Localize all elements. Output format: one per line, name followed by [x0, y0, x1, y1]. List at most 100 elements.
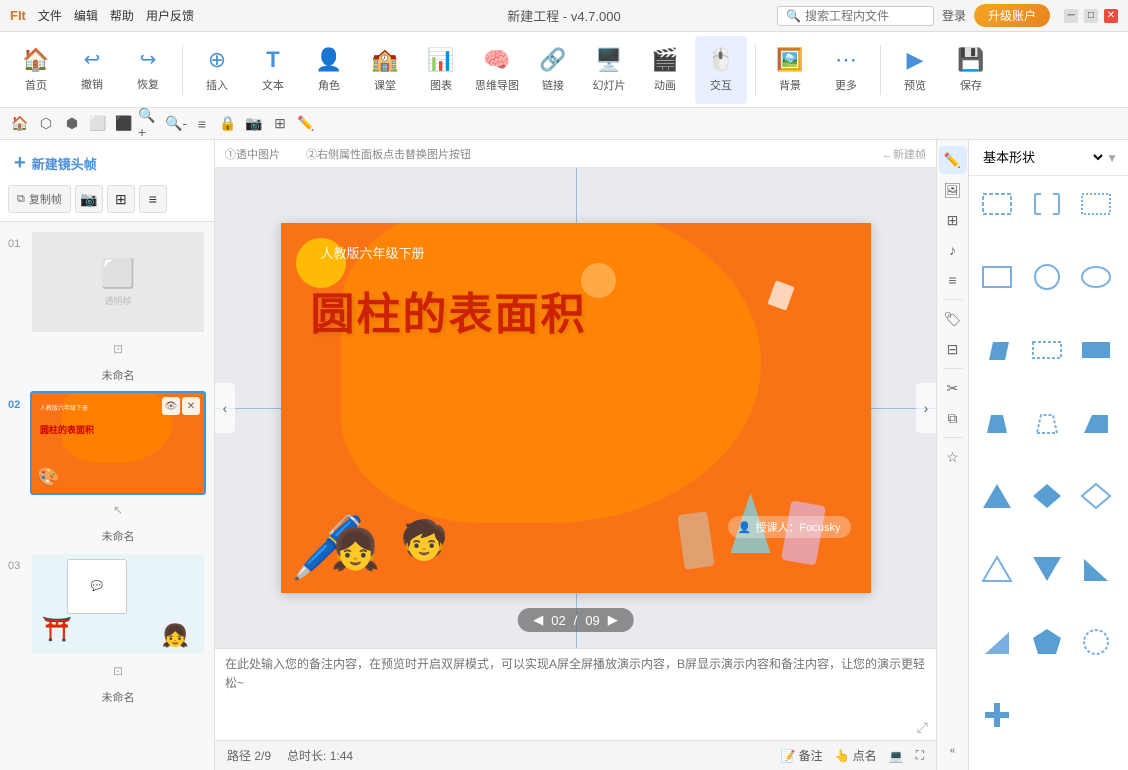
search-input[interactable] — [805, 9, 925, 23]
page-prev-icon[interactable]: ◀ — [533, 612, 543, 628]
toolbar-mindmap[interactable]: 🧠 思维导图 — [471, 36, 523, 104]
frame-list-button[interactable]: ≡ — [139, 185, 167, 213]
shape-triangle-filled2[interactable] — [1025, 547, 1069, 591]
notes-textarea[interactable] — [225, 655, 926, 734]
slide-thumb-02[interactable]: 人教版六年级下册 圆柱的表面积 🎨 👁 ✕ — [30, 391, 206, 495]
camera-small-button[interactable]: 📷 — [75, 185, 103, 213]
slide-01-tool-icon[interactable]: ⊡ — [107, 338, 129, 360]
shape-rect-solid[interactable] — [975, 255, 1019, 299]
close-button[interactable]: ✕ — [1104, 9, 1118, 23]
sub-shape2-icon[interactable]: ⬢ — [60, 112, 84, 136]
toolbar-slideshow[interactable]: 🖥️ 幻灯片 — [583, 36, 635, 104]
toolbar-preview[interactable]: ▶ 预览 — [889, 36, 941, 104]
minimize-button[interactable]: ─ — [1064, 9, 1078, 23]
toolbar-text[interactable]: T 文本 — [247, 36, 299, 104]
toolbar-insert[interactable]: ⊕ 插入 — [191, 36, 243, 104]
screen-button[interactable]: 💻 — [889, 749, 904, 763]
right-icon-music[interactable]: ♪ — [939, 236, 967, 264]
shape-trapezoid-dashed[interactable] — [1025, 401, 1069, 445]
slide-item-02: 02 人教版六年级下册 圆柱的表面积 🎨 — [8, 391, 206, 544]
right-icon-star[interactable]: ☆ — [939, 443, 967, 471]
sub-home-icon[interactable]: 🏠 — [8, 112, 32, 136]
notes-button[interactable]: 📝 备注 — [781, 747, 823, 764]
shape-rect-filled[interactable] — [1074, 328, 1118, 372]
shape-right-triangle[interactable] — [1074, 547, 1118, 591]
pointer-button[interactable]: 👆 点名 — [835, 747, 877, 764]
menu-help[interactable]: 帮助 — [110, 7, 134, 24]
notes-expand-button[interactable]: ⤢ — [917, 719, 928, 736]
shape-plus[interactable] — [975, 693, 1019, 737]
shape-rect-dotted3[interactable] — [1025, 328, 1069, 372]
shape-rect-dashed[interactable] — [975, 182, 1019, 226]
shape-right-trapezoid[interactable] — [1074, 401, 1118, 445]
slide-thumb-03[interactable]: ⛩️ 👧 💬 — [30, 552, 206, 656]
toolbar-class[interactable]: 🏫 课堂 — [359, 36, 411, 104]
shape-diamond-outline[interactable] — [1074, 474, 1118, 518]
maximize-button[interactable]: □ — [1084, 9, 1098, 23]
shape-bracket[interactable] — [1025, 182, 1069, 226]
shape-triangle-up[interactable] — [975, 474, 1019, 518]
shape-ellipse-outline[interactable] — [1074, 255, 1118, 299]
slide-02-preview-btn[interactable]: 👁 — [162, 397, 180, 415]
page-next-icon[interactable]: ▶ — [608, 612, 618, 628]
shape-parallelogram-solid[interactable] — [975, 328, 1019, 372]
toolbar-chart[interactable]: 📊 图表 — [415, 36, 467, 104]
shape-circle-dotted[interactable] — [1074, 620, 1118, 664]
slide-02-delete-btn[interactable]: ✕ — [182, 397, 200, 415]
menu-file[interactable]: 文件 — [38, 7, 62, 24]
sub-camera-icon[interactable]: 📷 — [242, 112, 266, 136]
slide-02-tools: ↖ — [30, 495, 206, 525]
slide-03-tool-icon[interactable]: ⊡ — [107, 660, 129, 682]
toolbar-more[interactable]: ⋯ 更多 — [820, 36, 872, 104]
right-icon-collapse[interactable]: « — [939, 736, 967, 764]
shape-pentagon-filled[interactable] — [1025, 620, 1069, 664]
sub-align-icon[interactable]: ≡ — [190, 112, 214, 136]
shape-rect-dotted[interactable] — [1074, 182, 1118, 226]
toolbar-undo[interactable]: ↩ 撤销 — [66, 36, 118, 104]
canvas-slide[interactable]: 人教版六年级下册 圆柱的表面积 👤 授课人：Focusky 🖊️ 👧 🧒 — [281, 223, 871, 593]
right-icon-grid[interactable]: ⊟ — [939, 335, 967, 363]
right-icon-badge[interactable]: 🏷 — [939, 305, 967, 333]
toolbar-role[interactable]: 👤 角色 — [303, 36, 355, 104]
right-icon-list[interactable]: ≡ — [939, 266, 967, 294]
frame-view-button[interactable]: ⊞ — [107, 185, 135, 213]
sub-zoomin-icon[interactable]: 🔍+ — [138, 112, 162, 136]
shape-trapezoid-filled[interactable] — [975, 401, 1019, 445]
sub-shape4-icon[interactable]: ⬛ — [112, 112, 136, 136]
search-box[interactable]: 🔍 — [777, 6, 934, 26]
toolbar-home[interactable]: 🏠 首页 — [10, 36, 62, 104]
right-icon-scissors[interactable]: ✂ — [939, 374, 967, 402]
shape-circle-outline[interactable] — [1025, 255, 1069, 299]
right-icon-image[interactable]: 🖼 — [939, 176, 967, 204]
toolbar-save[interactable]: 💾 保存 — [945, 36, 997, 104]
shape-diamond-filled[interactable] — [1025, 474, 1069, 518]
fullscreen-button[interactable]: ⛶ — [916, 748, 924, 763]
right-icon-table[interactable]: ⊞ — [939, 206, 967, 234]
sub-lock-icon[interactable]: 🔒 — [216, 112, 240, 136]
slide-thumb-01[interactable]: ⬜ 透明帧 — [30, 230, 206, 334]
right-icon-stack[interactable]: ⧉ — [939, 404, 967, 432]
shapes-category-select[interactable]: 基本形状 — [979, 149, 1106, 166]
new-frame-button[interactable]: + 新建镜头帧 — [8, 148, 206, 179]
upgrade-button[interactable]: 升级账户 — [974, 4, 1050, 27]
sub-shape1-icon[interactable]: ⬡ — [34, 112, 58, 136]
sub-shape3-icon[interactable]: ⬜ — [86, 112, 110, 136]
canvas-nav-left[interactable]: ‹ — [215, 383, 235, 433]
sub-misc-icon[interactable]: ✏️ — [294, 112, 318, 136]
toolbar-redo[interactable]: ↪ 恢复 — [122, 36, 174, 104]
toolbar-interact[interactable]: 🖱️ 交互 — [695, 36, 747, 104]
copy-frame-button[interactable]: ⧉ 复制帧 — [8, 185, 71, 213]
right-icon-pen[interactable]: ✏️ — [939, 146, 967, 174]
menu-feedback[interactable]: 用户反馈 — [146, 7, 194, 24]
toolbar-background[interactable]: 🖼️ 背景 — [764, 36, 816, 104]
menu-edit[interactable]: 编辑 — [74, 7, 98, 24]
slide-02-cursor-icon[interactable]: ↖ — [107, 499, 129, 521]
shape-right-triangle2[interactable] — [975, 620, 1019, 664]
shape-triangle-outline[interactable] — [975, 547, 1019, 591]
sub-zoomout-icon[interactable]: 🔍- — [164, 112, 188, 136]
canvas-nav-right[interactable]: › — [916, 383, 936, 433]
toolbar-link[interactable]: 🔗 链接 — [527, 36, 579, 104]
sub-grid-icon[interactable]: ⊞ — [268, 112, 292, 136]
login-button[interactable]: 登录 — [942, 7, 966, 24]
toolbar-animation[interactable]: 🎬 动画 — [639, 36, 691, 104]
